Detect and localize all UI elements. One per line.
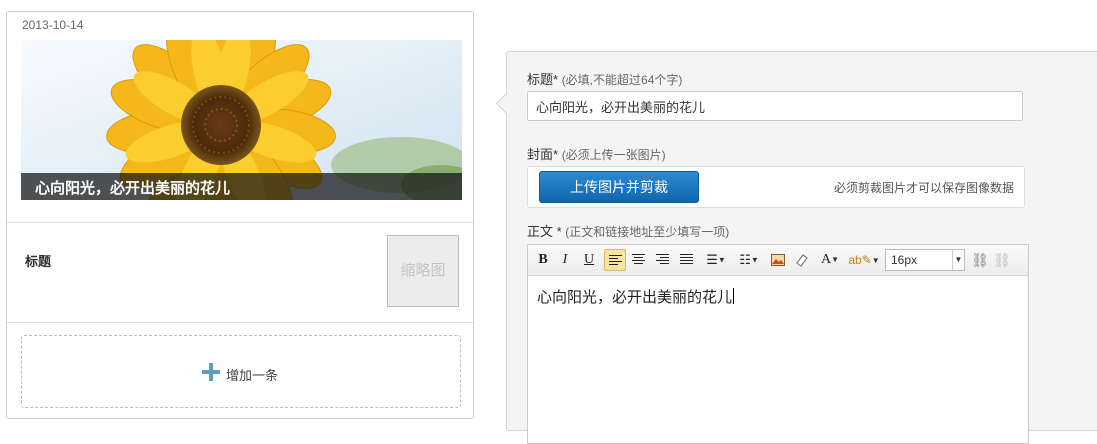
font-color-icon: A (820, 252, 832, 268)
cover-hint: (必须上传一张图片) (561, 148, 666, 162)
list-item[interactable]: 标题 缩略图 (7, 223, 473, 322)
justify-button[interactable] (676, 249, 698, 271)
align-left-button[interactable] (604, 249, 626, 271)
cover-image[interactable]: 心向阳光，必开出美丽的花儿 (21, 40, 462, 200)
title-field-label: 标题* (必填,不能超过64个字) (527, 69, 682, 88)
unlink-button[interactable]: ⛓ (992, 249, 1012, 271)
font-size-select[interactable]: 16px ▼ (885, 249, 965, 271)
eraser-button[interactable] (792, 249, 812, 271)
link-icon: ⛓ (971, 252, 989, 268)
editor-content-area[interactable]: 心向阳光，必开出美丽的花儿 (537, 286, 735, 307)
upload-crop-button[interactable]: 上传图片并剪裁 (539, 171, 699, 203)
insert-image-button[interactable] (768, 249, 788, 271)
justify-icon (680, 254, 693, 265)
align-center-button[interactable] (628, 249, 650, 271)
title-label-text: 标题* (527, 72, 559, 87)
body-hint: (正文和链接地址至少填写一项) (565, 225, 730, 239)
eraser-icon (796, 254, 808, 267)
italic-button[interactable]: I (556, 249, 574, 271)
body-text: 心向阳光，必开出美丽的花儿 (537, 289, 733, 306)
highlight-icon: ab✎ (848, 253, 872, 267)
bold-button[interactable]: B (534, 249, 552, 271)
item-title: 标题 (25, 254, 52, 269)
link-button[interactable]: ⛓ (970, 249, 990, 271)
cover-title: 心向阳光，必开出美丽的花儿 (35, 180, 231, 197)
highlight-button[interactable]: ab✎▼ (848, 249, 880, 271)
editor-panel: 标题* (必填,不能超过64个字) 封面* (必须上传一张图片) 上传图片并剪裁… (495, 51, 1097, 444)
underline-button[interactable]: U (580, 249, 598, 271)
add-item-button[interactable]: 增加一条 (21, 335, 461, 408)
cover-title-bar: 心向阳光，必开出美丽的花儿 (21, 173, 462, 200)
align-center-icon (632, 254, 645, 265)
upload-note: 必须剪裁图片才可以保存图像数据 (833, 181, 1014, 195)
text-cursor (733, 288, 735, 304)
bullet-list-icon: ☰ (706, 252, 718, 267)
cover-label-text: 封面* (527, 147, 559, 162)
title-input[interactable] (527, 91, 1023, 121)
unlink-icon: ⛓ (993, 252, 1011, 268)
editor-toolbar: B I U ☰▼ ☷▼ A▼ ab✎▼ 16px ▼ ⛓ ⛓ (528, 245, 1028, 276)
numbered-list-button[interactable]: ☷▼ (734, 249, 764, 271)
divider (7, 322, 473, 323)
article-date: 2013-10-14 (22, 18, 84, 32)
thumbnail-placeholder: 缩略图 (387, 235, 459, 307)
font-color-button[interactable]: A▼ (816, 249, 844, 271)
thumbnail-label: 缩略图 (400, 262, 446, 279)
cover-upload-box: 上传图片并剪裁 必须剪裁图片才可以保存图像数据 (527, 166, 1025, 208)
rich-text-editor: B I U ☰▼ ☷▼ A▼ ab✎▼ 16px ▼ ⛓ ⛓ 心向阳光，必开出美… (527, 244, 1029, 444)
font-size-value: 16px (891, 253, 918, 267)
cover-field-label: 封面* (必须上传一张图片) (527, 144, 666, 163)
image-icon (771, 254, 785, 266)
align-right-button[interactable] (652, 249, 674, 271)
preview-card: 2013-10-14 心向阳光，必开出美丽的花儿 标题 缩略图 增加一条 (6, 11, 474, 419)
title-hint: (必填,不能超过64个字) (561, 73, 683, 87)
body-field-label: 正文 * (正文和链接地址至少填写一项) (527, 221, 729, 240)
chevron-down-icon: ▼ (952, 250, 964, 270)
align-left-icon (609, 255, 622, 266)
body-label-text: 正文 * (527, 224, 562, 239)
numbered-list-icon: ☷ (739, 252, 751, 267)
align-right-icon (656, 254, 669, 265)
add-item-label: 增加一条 (226, 368, 279, 383)
plus-icon (202, 363, 220, 381)
bullet-list-button[interactable]: ☰▼ (702, 249, 730, 271)
panel-pointer (495, 92, 518, 115)
